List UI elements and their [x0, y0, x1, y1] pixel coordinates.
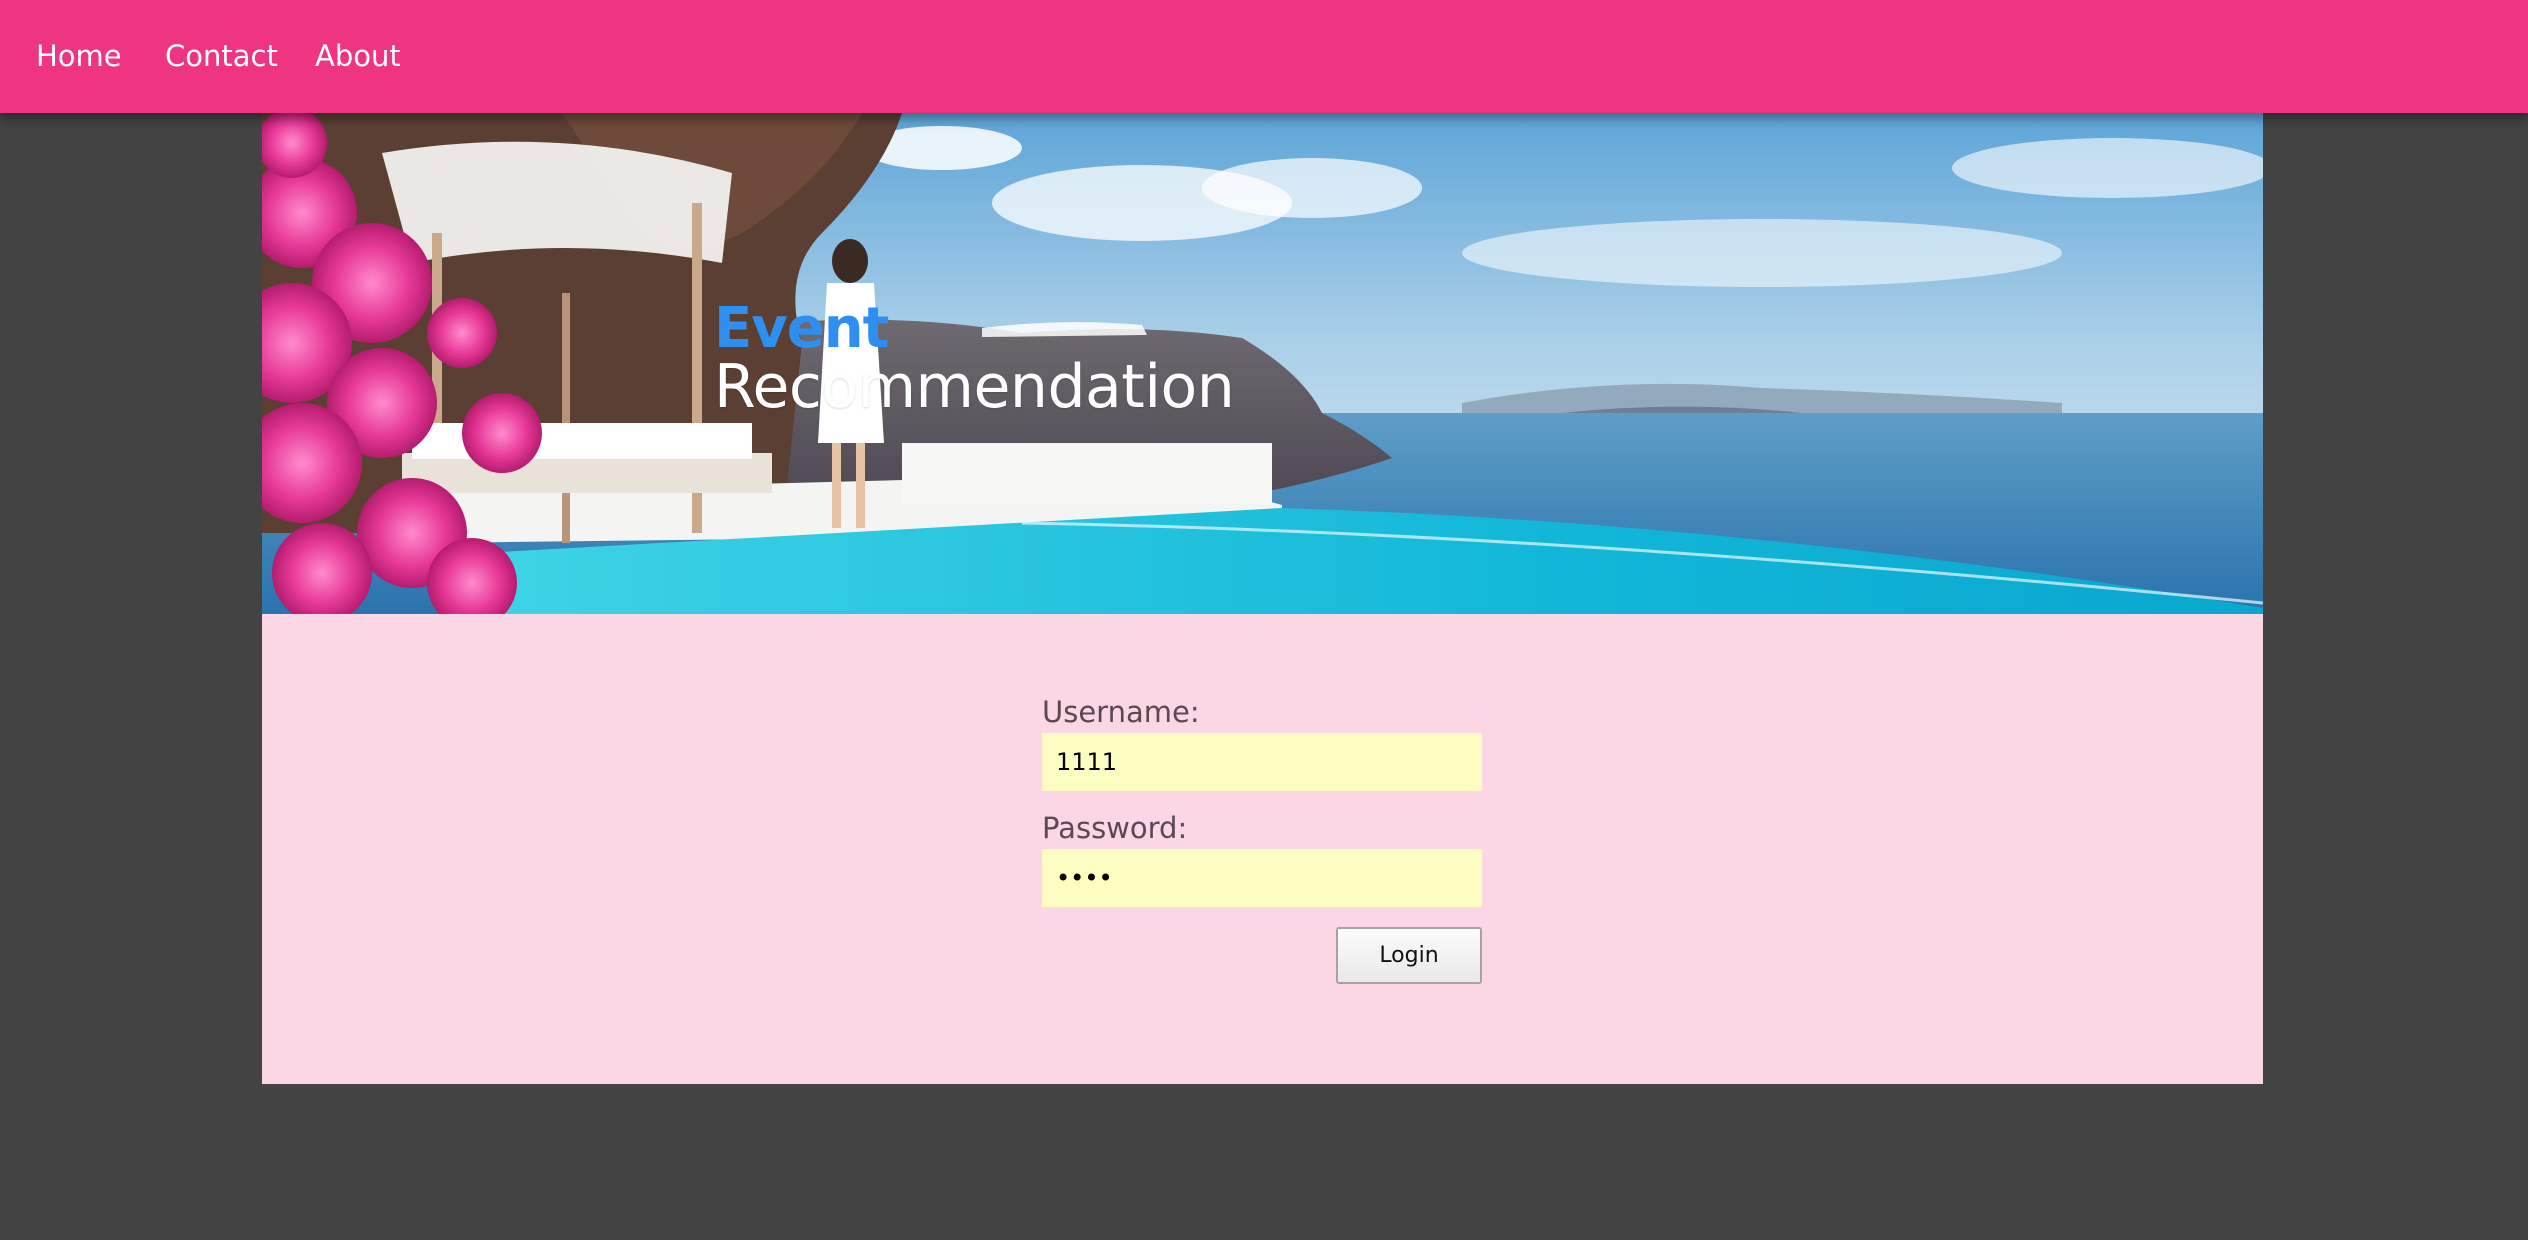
top-nav-bar: Home Contact About: [0, 0, 2528, 113]
login-button[interactable]: Login: [1336, 927, 1482, 984]
site-title-main: Recommendation: [714, 352, 1235, 422]
username-input[interactable]: [1042, 733, 1482, 791]
nav-home-link[interactable]: Home: [36, 36, 122, 76]
main-container: Event Recommendation Username: Password:…: [262, 113, 2263, 1084]
login-panel: Username: Password: Login: [262, 614, 2263, 1084]
password-input[interactable]: [1042, 849, 1482, 907]
password-label: Password:: [1042, 811, 1188, 845]
site-title-accent: Event: [714, 296, 889, 361]
login-form: Username: Password: Login: [1042, 695, 1482, 985]
username-label: Username:: [1042, 695, 1200, 729]
site-title: Event Recommendation: [714, 296, 1235, 422]
hero-background-image: [262, 113, 2263, 614]
nav-about-link[interactable]: About: [315, 36, 401, 76]
hero-banner: Event Recommendation: [262, 113, 2263, 614]
nav-contact-link[interactable]: Contact: [165, 36, 278, 76]
